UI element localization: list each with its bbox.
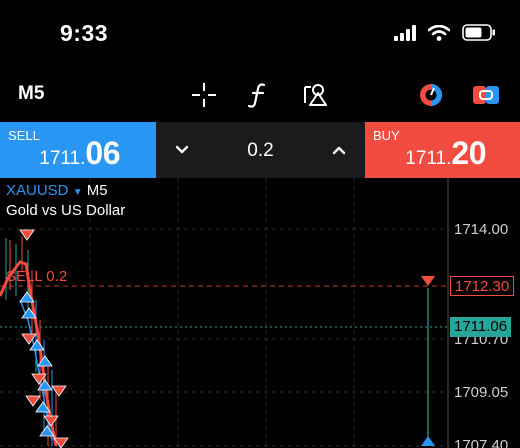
sell-price: 1711.06 [39,135,120,171]
buy-order-marker [421,436,435,446]
price-axis-label: 1714.00 [454,221,509,238]
sell-button[interactable]: SELL 1711.06 [0,122,156,178]
price-axis-label: 1709.05 [454,384,509,401]
chart-toolbar: M5 [0,70,520,122]
wifi-icon [428,24,450,41]
crosshair-button[interactable] [189,80,219,110]
indicators-button[interactable] [243,80,273,110]
sell-order-label: SELL 0.2 [6,268,68,285]
current-price-tag: 1711.06 [450,317,512,337]
indicator-function-icon [247,83,266,108]
one-click-trading-panel: SELL 1711.06 0.2 BUY 1711.20 [0,122,520,178]
status-bar: 9:33 [0,0,520,70]
symbol-dropdown-icon: ▼ [72,187,83,198]
sell-order-marker [421,276,435,286]
drawing-objects-button[interactable] [300,80,330,110]
trading-signals-icon [420,84,442,106]
crosshair-icon [192,83,216,107]
price-axis-label: 1707.40 [454,437,509,448]
status-icons [394,24,496,41]
symbol-description: Gold vs US Dollar [6,202,126,219]
drawing-objects-icon [304,84,327,106]
trade-ideas-button[interactable] [471,80,501,110]
buy-button[interactable]: BUY 1711.20 [365,122,520,178]
sell-label: SELL [8,128,40,143]
cellular-signal-icon [394,24,416,41]
buy-label: BUY [373,128,400,143]
timeframe-selector[interactable]: M5 [18,83,44,105]
sell-price-tag: 1712.30 [450,276,515,296]
symbol-timeframe: M5 [86,182,108,199]
symbol-name: XAUUSD [6,182,69,199]
chart-symbol[interactable]: XAUUSD ▼ M5 [6,182,108,199]
quantity-panel: 0.2 [156,122,365,178]
battery-icon [462,24,495,41]
status-time: 9:33 [60,20,109,46]
trade-ideas-icon [473,86,499,104]
trading-signals-button[interactable] [416,80,446,110]
buy-price: 1711.20 [405,135,486,171]
increase-quantity-button[interactable] [329,140,349,160]
